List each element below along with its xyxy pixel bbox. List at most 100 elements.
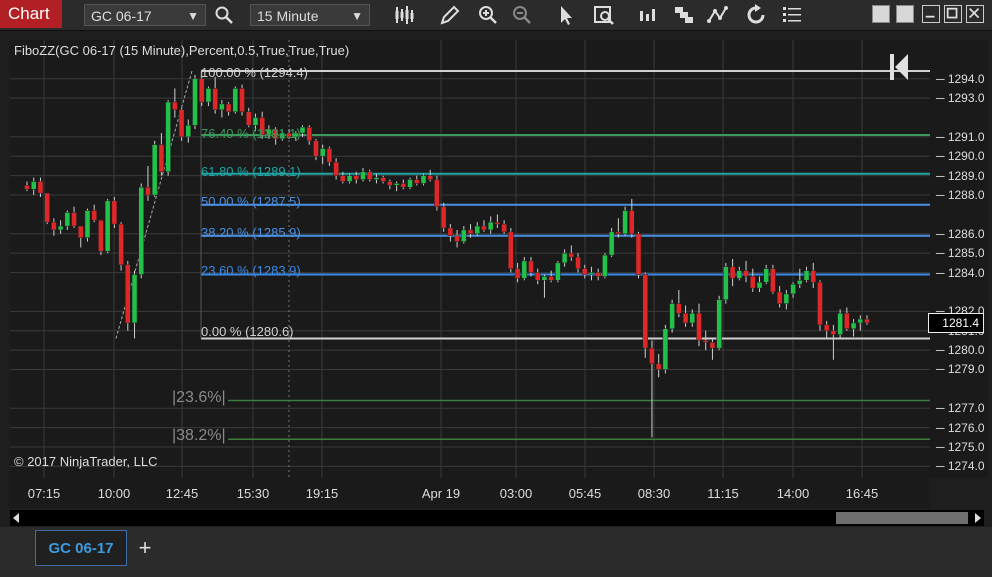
pointer-icon[interactable] — [554, 3, 578, 27]
chevron-down-icon: ▼ — [187, 9, 199, 23]
y-tick-label: ─ 1274.0 — [936, 459, 985, 474]
candle-body — [850, 322, 857, 330]
candle-body — [467, 229, 474, 235]
candle-body — [393, 183, 400, 186]
chart-title-tab[interactable]: Chart — [0, 0, 62, 28]
last-price-marker: 1281.4 — [928, 313, 984, 333]
fib-level-label: 38.20 % (1285.9) — [201, 225, 301, 240]
indicator-label: FiboZZ(GC 06-17 (15 Minute),Percent,0.5,… — [14, 43, 350, 58]
candle-body — [823, 324, 830, 331]
candle-body — [555, 262, 561, 281]
search-icon[interactable] — [212, 3, 236, 27]
skip-to-end-icon[interactable] — [888, 52, 910, 82]
candle-body — [756, 282, 763, 289]
candle-body — [790, 283, 796, 295]
candle-body — [810, 270, 816, 283]
candle-body — [622, 210, 628, 235]
time-axis[interactable]: 07:15 10:00 12:45 15:30 19:15 Apr 19 03:00 05:4… — [10, 478, 930, 508]
candle-body — [219, 103, 225, 111]
candle-body — [716, 299, 722, 349]
properties-icon[interactable] — [780, 3, 804, 27]
candle-body — [252, 117, 259, 126]
strategies-icon[interactable] — [636, 3, 660, 27]
candle-body — [71, 212, 77, 227]
candle-body — [723, 266, 729, 300]
y-tick-label: ─ 1284.0 — [936, 265, 985, 280]
candle-body — [642, 274, 648, 349]
candle-body — [373, 177, 380, 180]
stack-window-button[interactable] — [896, 5, 914, 23]
candle-body — [830, 330, 837, 335]
close-button[interactable] — [966, 5, 984, 23]
y-tick-label: ─ 1280.0 — [936, 343, 985, 358]
scroll-left-icon[interactable] — [13, 513, 19, 523]
candle-body — [353, 175, 360, 180]
candle-body — [669, 303, 675, 330]
zoom-out-icon[interactable] — [510, 3, 534, 27]
candle-body — [629, 210, 635, 235]
candle-body — [541, 276, 548, 281]
candle-body — [521, 260, 528, 279]
candle-body — [400, 183, 407, 188]
y-tick-label: ─ 1285.0 — [936, 246, 985, 261]
candle-body — [447, 227, 454, 236]
maximize-button[interactable] — [944, 5, 962, 23]
candle-body — [360, 171, 366, 180]
y-tick-label: ─ 1289.0 — [936, 168, 985, 183]
bar-type-icon[interactable] — [392, 3, 416, 27]
candle-body — [844, 313, 850, 330]
x-tick-label: 07:15 — [27, 486, 61, 501]
candle-body — [655, 363, 662, 370]
templates-icon[interactable] — [672, 3, 696, 27]
extension-label: |23.6%| — [172, 389, 226, 406]
y-tick-label: ─ 1288.0 — [936, 188, 985, 203]
candle-body — [770, 268, 776, 293]
zoom-in-icon[interactable] — [476, 3, 500, 27]
extension-label: |38.2%| — [172, 427, 226, 444]
candle-body — [192, 78, 198, 126]
price-chart[interactable] — [10, 40, 930, 478]
candle-body — [474, 225, 480, 235]
candle-body — [125, 264, 131, 324]
candle-body — [454, 235, 460, 242]
horizontal-scrollbar[interactable] — [10, 510, 984, 526]
y-tick-label: ─ 1286.0 — [936, 226, 985, 241]
candle-body — [131, 274, 138, 324]
x-tick-label: 12:45 — [165, 486, 199, 501]
data-box-icon[interactable] — [592, 3, 616, 27]
price-axis[interactable]: ─ 1294.0 ─ 1293.0 ─ 1291.0 ─ 1290.0 ─ 1289.0… — [930, 40, 988, 478]
tab-gc-06-17[interactable]: GC 06-17 — [35, 530, 127, 566]
reload-icon[interactable] — [744, 3, 768, 27]
instrument-selector[interactable]: GC 06-17 ▼ — [84, 4, 206, 26]
candle-body — [340, 175, 346, 182]
scrollbar-thumb[interactable] — [836, 512, 968, 524]
candle-body — [346, 175, 353, 182]
candle-body — [185, 125, 192, 138]
candle-body — [857, 318, 864, 324]
candle-body — [326, 148, 333, 163]
candle-body — [172, 101, 178, 111]
y-tick-label: ─ 1279.0 — [936, 362, 985, 377]
x-tick-label: 10:00 — [97, 486, 131, 501]
candle-body — [30, 181, 37, 190]
x-tick-label: 19:15 — [305, 486, 339, 501]
candle-body — [299, 126, 306, 134]
chart-panel[interactable]: FiboZZ(GC 06-17 (15 Minute),Percent,0.5,… — [10, 40, 930, 478]
grid — [10, 40, 930, 478]
fib-level-label: 100.00 % (1294.4) — [201, 65, 308, 80]
candle-body — [588, 272, 595, 275]
candle-body — [138, 187, 144, 275]
minimize-button[interactable] — [922, 5, 940, 23]
fib-level-label: 61.80 % (1289.1) — [201, 164, 301, 179]
scroll-right-icon[interactable] — [975, 513, 981, 523]
interval-selector[interactable]: 15 Minute ▼ — [250, 4, 370, 26]
candle-body — [51, 221, 57, 231]
candle-body — [198, 78, 205, 103]
add-tab-button[interactable]: + — [133, 536, 157, 560]
drawing-tools-icon[interactable] — [706, 3, 730, 27]
candle-body — [118, 223, 124, 266]
candle-body — [387, 181, 393, 186]
tile-window-button[interactable] — [872, 5, 890, 23]
candle-body — [414, 179, 420, 184]
pencil-icon[interactable] — [438, 3, 462, 27]
